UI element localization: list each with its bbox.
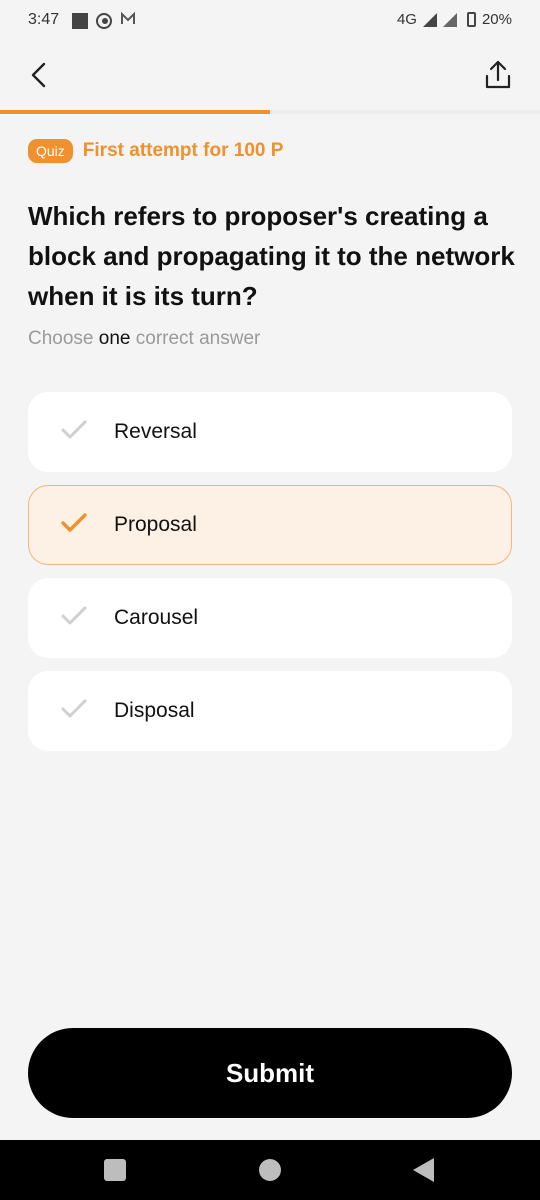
answer-option[interactable]: Disposal	[28, 671, 512, 751]
battery-level: 20%	[481, 11, 512, 28]
quiz-progress-bar	[0, 110, 540, 114]
answer-option[interactable]: Carousel	[28, 578, 512, 658]
option-label: Carousel	[114, 606, 199, 629]
system-nav-bar	[0, 1140, 540, 1200]
instruction-emphasis: one	[98, 328, 131, 349]
status-bar: 3:47 4G 20%	[0, 0, 540, 40]
network-type: 4G	[396, 11, 417, 28]
quiz-badge: Quiz	[28, 139, 73, 163]
answer-option-selected[interactable]: Proposal	[28, 485, 512, 565]
mail-icon	[120, 11, 136, 31]
square-icon	[72, 13, 88, 29]
submit-button[interactable]: Submit	[28, 1028, 512, 1118]
chevron-left-icon	[31, 62, 46, 88]
quiz-reward-text: First attempt for 100 P	[82, 140, 284, 161]
signal-icon-secondary	[442, 12, 457, 27]
recent-apps-button[interactable]	[104, 1159, 126, 1181]
home-button[interactable]	[259, 1159, 281, 1181]
check-icon	[61, 420, 87, 439]
progress-fill	[0, 110, 270, 114]
header	[0, 40, 540, 110]
battery-icon	[466, 12, 476, 27]
check-icon	[61, 606, 87, 625]
check-icon	[61, 699, 87, 718]
question-text: Which refers to proposer's creating a bl…	[28, 201, 515, 311]
answer-instruction: Choose one correct answer	[28, 328, 260, 350]
answer-option[interactable]: Reversal	[28, 392, 512, 472]
instruction-pre: Choose	[28, 328, 94, 349]
option-label: Disposal	[114, 699, 195, 722]
share-button[interactable]	[478, 56, 518, 96]
option-label: Proposal	[114, 513, 197, 536]
signal-icon	[422, 12, 437, 27]
status-time: 3:47	[28, 11, 60, 28]
instruction-post: correct answer	[135, 328, 261, 349]
check-icon	[61, 513, 87, 532]
option-label: Reversal	[114, 420, 197, 443]
notification-icons	[72, 11, 136, 31]
system-icons: 4G 20%	[397, 11, 512, 28]
back-button[interactable]	[20, 56, 60, 96]
quiz-info-row: Quiz First attempt for 100 P	[28, 139, 283, 163]
circle-icon	[96, 13, 112, 29]
nav-back-button[interactable]	[413, 1158, 434, 1182]
share-icon	[485, 60, 511, 89]
